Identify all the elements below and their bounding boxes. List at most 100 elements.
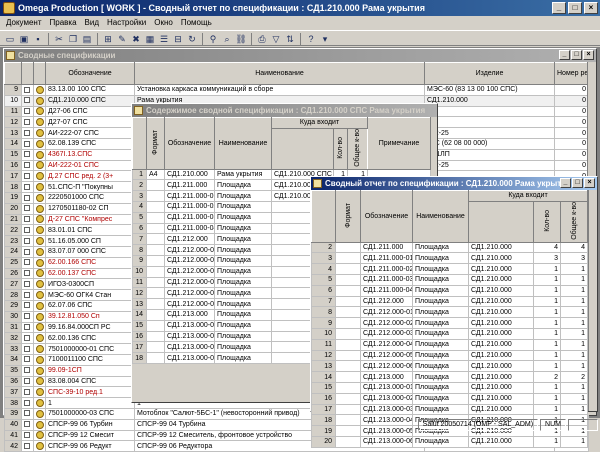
- menu-item[interactable]: Документ: [6, 18, 42, 30]
- cell-kuda[interactable]: СД1.210.000: [468, 317, 534, 329]
- app-icon[interactable]: [3, 2, 15, 14]
- expand-toggle[interactable]: [21, 321, 34, 334]
- cell-naim[interactable]: Площадка: [214, 330, 272, 343]
- plus-icon[interactable]: [24, 140, 30, 147]
- expand-toggle[interactable]: [21, 137, 34, 150]
- tree-icon[interactable]: ⊟: [172, 33, 184, 45]
- cell-kuda[interactable]: СД1.210.000: [468, 392, 534, 405]
- close-button[interactable]: ×: [584, 2, 598, 14]
- col-naim[interactable]: Наименование: [412, 190, 469, 243]
- table-row[interactable]: 11 СД1.212.000-04 Площадка СД1.210.000 1 1: [311, 338, 589, 351]
- cell-oboz[interactable]: 7100011100 СПС: [45, 353, 135, 366]
- expand-toggle[interactable]: [21, 235, 34, 247]
- cell-oboz[interactable]: МЭС-60 ОГК4 Стан: [45, 289, 135, 301]
- cell-naim[interactable]: Установка каркаса коммуникаций в сборе: [134, 84, 425, 96]
- cell-format[interactable]: [146, 319, 165, 332]
- cell-rev[interactable]: 0: [554, 116, 589, 129]
- cell-format[interactable]: [146, 244, 165, 256]
- cell-naim[interactable]: Площадка: [412, 360, 469, 373]
- cell-format[interactable]: [335, 381, 361, 394]
- plus-icon[interactable]: [24, 280, 30, 287]
- cell-oboz[interactable]: СД1.212.000-01: [164, 244, 215, 256]
- cell-oboz[interactable]: 99.09-1СП: [45, 364, 135, 377]
- cell-oboz[interactable]: СПСР-99 06 Редукт: [45, 440, 135, 452]
- plus-icon[interactable]: [24, 334, 30, 341]
- cell-format[interactable]: [335, 360, 361, 373]
- col-format[interactable]: Формат: [146, 117, 165, 170]
- cell-oboz[interactable]: 62.00.137 СПС: [45, 267, 135, 280]
- cell-naim[interactable]: Площадка: [214, 254, 272, 267]
- expand-toggle[interactable]: [21, 245, 34, 258]
- table-row[interactable]: 16 СД1.213.000-02 Площадка СД1.210.000 1 1: [311, 392, 589, 405]
- window-title[interactable]: Сводный отчет по спецификации : СД1.210.…: [311, 177, 597, 190]
- plus-icon[interactable]: [24, 399, 30, 406]
- cell-oboz[interactable]: СД1.212.000-06: [360, 360, 413, 373]
- cell-rev[interactable]: 0: [554, 105, 589, 118]
- cell-naim[interactable]: Площадка: [412, 284, 469, 297]
- cell-oboz[interactable]: СД1.212.000-03: [360, 327, 413, 340]
- cell-oboz[interactable]: СД1.211.000-04: [360, 284, 413, 297]
- cell-oboz[interactable]: СД1.213.000-01: [164, 319, 215, 332]
- cell-oboz[interactable]: СД1.210.000: [164, 168, 215, 181]
- cell-kol[interactable]: 1: [533, 435, 561, 448]
- cell-kol[interactable]: 1: [533, 284, 561, 297]
- plus-icon[interactable]: [24, 259, 30, 266]
- cell-format[interactable]: [335, 273, 361, 286]
- cell-obsh[interactable]: 1: [559, 349, 589, 362]
- expand-toggle[interactable]: [21, 364, 34, 377]
- cell-naim[interactable]: Площадка: [412, 273, 469, 286]
- cell-rev[interactable]: 0: [554, 84, 589, 96]
- cell-oboz[interactable]: 62.00.136 СПС: [45, 332, 135, 345]
- cell-izd[interactable]: 6.11ЛП: [424, 148, 555, 161]
- cell-kol[interactable]: 1: [533, 403, 561, 416]
- cell-rev[interactable]: 0: [554, 127, 589, 139]
- expand-toggle[interactable]: [21, 310, 34, 323]
- cell-oboz[interactable]: СД1.211.000: [164, 179, 215, 192]
- cell-naim[interactable]: Площадка: [214, 233, 272, 246]
- expand-toggle[interactable]: [21, 353, 34, 366]
- cell-kol[interactable]: 1: [533, 360, 561, 373]
- cell-format[interactable]: [146, 233, 165, 246]
- cell-oboz[interactable]: 83.13.00 100 СПС: [45, 84, 135, 96]
- col-obsh[interactable]: Общее к-во: [346, 127, 369, 170]
- minimize-button[interactable]: _: [560, 178, 571, 188]
- cell-format[interactable]: [146, 308, 165, 321]
- col-naim[interactable]: Наименование: [134, 62, 425, 85]
- cell-kol[interactable]: 1: [533, 392, 561, 405]
- cell-format[interactable]: [146, 211, 165, 224]
- cell-naim[interactable]: Площадка: [214, 287, 272, 300]
- col-obsh[interactable]: Общее к-во: [559, 200, 589, 243]
- cell-naim[interactable]: Площадка: [412, 241, 469, 254]
- cell-format[interactable]: [146, 190, 165, 202]
- expand-toggle[interactable]: [21, 386, 34, 399]
- cell-format[interactable]: [335, 392, 361, 405]
- plus-icon[interactable]: [24, 216, 30, 223]
- cell-oboz[interactable]: 39.12.81.050 Сп: [45, 310, 135, 323]
- cell-oboz[interactable]: Д27-07 СПС: [45, 116, 135, 129]
- col-prim[interactable]: Примечание: [367, 117, 432, 170]
- cell-naim[interactable]: Площадка: [412, 392, 469, 405]
- plus-icon[interactable]: [24, 97, 30, 104]
- table-row[interactable]: 20 СД1.213.000-06 Площадка СД1.210.000 1 1: [311, 435, 589, 448]
- col-oboz[interactable]: Обозначение: [360, 190, 413, 243]
- plus-icon[interactable]: [24, 345, 30, 352]
- cell-oboz[interactable]: 51.СПС-П "Покупны: [45, 181, 135, 193]
- menu-item[interactable]: Вид: [85, 18, 99, 30]
- cell-format[interactable]: [146, 265, 165, 278]
- table-row[interactable]: 12 СД1.212.000-05 Площадка СД1.210.000 1 1: [311, 349, 589, 362]
- cell-obsh[interactable]: 4: [559, 241, 589, 254]
- cell-izd[interactable]: 20С (62 08 00 000): [424, 137, 555, 150]
- cell-format[interactable]: [335, 241, 361, 254]
- cell-oboz[interactable]: Д.27 СПС ред. 2 (3+: [45, 170, 135, 183]
- cell-oboz[interactable]: 1270501180-02 СП: [45, 202, 135, 215]
- cell-kuda[interactable]: СД1.210.000: [468, 403, 534, 416]
- delete-icon[interactable]: ✖: [130, 33, 142, 45]
- cell-naim[interactable]: Площадка: [412, 435, 469, 448]
- expand-toggle[interactable]: [21, 375, 34, 388]
- menu-item[interactable]: Помощь: [181, 18, 212, 30]
- expand-toggle[interactable]: [21, 267, 34, 280]
- cell-obsh[interactable]: 1: [559, 317, 589, 329]
- plus-icon[interactable]: [24, 432, 30, 439]
- plus-icon[interactable]: [24, 129, 30, 136]
- filter-icon[interactable]: ▽: [270, 33, 282, 45]
